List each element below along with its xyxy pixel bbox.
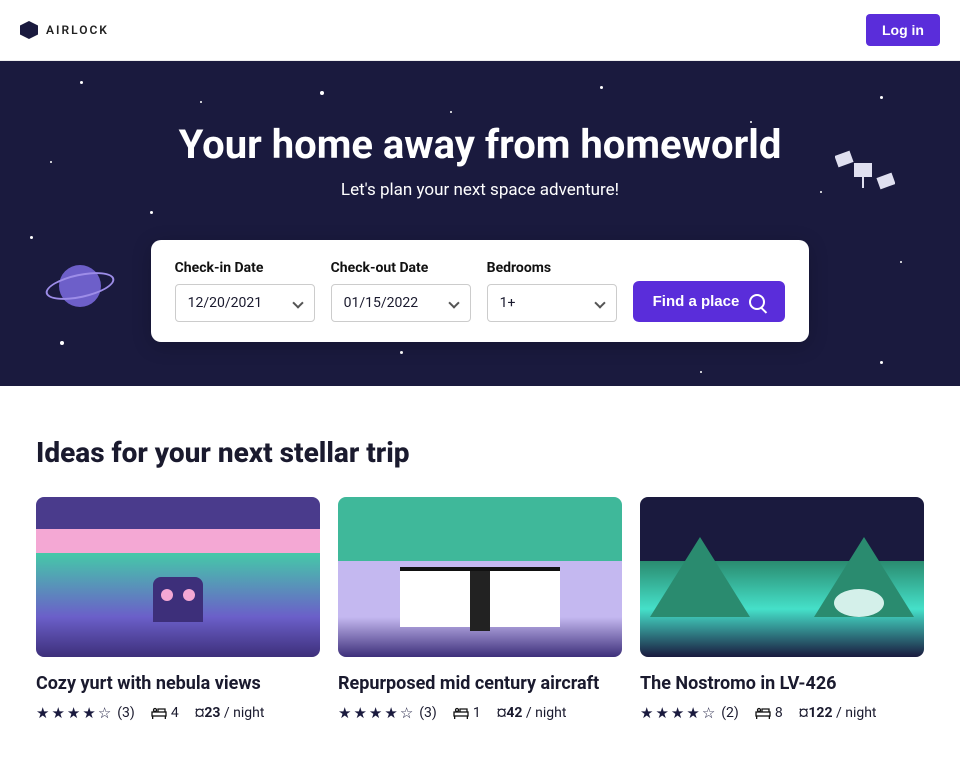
listing-image — [36, 497, 320, 657]
listing-card[interactable]: Cozy yurt with nebula views ★ ★ ★ ★ ☆ (3… — [36, 497, 320, 722]
star-filled-icon: ★ — [51, 704, 64, 722]
listing-price: ¤42 / night — [497, 705, 567, 721]
star-filled-icon: ★ — [82, 704, 95, 722]
listing-meta: ★ ★ ★ ★ ☆ (3) 1 ¤42 / night — [338, 704, 622, 722]
listing-image — [338, 497, 622, 657]
bedrooms-input[interactable]: 1+ — [487, 284, 617, 322]
star-filled-icon: ★ — [640, 704, 653, 722]
bed-icon — [151, 707, 167, 719]
bedrooms-label: Bedrooms — [487, 260, 617, 276]
bed-icon — [453, 707, 469, 719]
hero-section: Your home away from homeworld Let's plan… — [0, 61, 960, 386]
chevron-down-icon — [292, 297, 303, 308]
star-filled-icon: ★ — [369, 704, 382, 722]
chevron-down-icon — [448, 297, 459, 308]
star-empty-icon: ☆ — [400, 704, 413, 722]
star-decor — [900, 261, 902, 263]
bed-count: 8 — [755, 705, 783, 721]
rating-stars: ★ ★ ★ ★ ☆ (2) — [640, 704, 739, 722]
star-filled-icon: ★ — [338, 704, 351, 722]
rating-stars: ★ ★ ★ ★ ☆ (3) — [338, 704, 437, 722]
listing-card[interactable]: The Nostromo in LV-426 ★ ★ ★ ★ ☆ (2) 8 ¤… — [640, 497, 924, 722]
listing-image — [640, 497, 924, 657]
rating-stars: ★ ★ ★ ★ ☆ (3) — [36, 704, 135, 722]
star-decor — [450, 111, 452, 113]
checkin-field: Check-in Date 12/20/2021 — [175, 260, 315, 322]
checkin-label: Check-in Date — [175, 260, 315, 276]
star-decor — [50, 161, 52, 163]
app-header: AIRLOCK Log in — [0, 0, 960, 61]
star-decor — [700, 371, 702, 373]
listing-title: Repurposed mid century aircraft — [338, 673, 622, 694]
checkout-field: Check-out Date 01/15/2022 — [331, 260, 471, 322]
bedrooms-field: Bedrooms 1+ — [487, 260, 617, 322]
brand-logo[interactable]: AIRLOCK — [20, 21, 109, 39]
section-title: Ideas for your next stellar trip — [36, 436, 924, 469]
ideas-section: Ideas for your next stellar trip Cozy yu… — [0, 386, 960, 772]
checkin-input[interactable]: 12/20/2021 — [175, 284, 315, 322]
bed-icon — [755, 707, 771, 719]
hero-subtitle: Let's plan your next space adventure! — [341, 180, 619, 200]
star-decor — [200, 101, 202, 103]
brand-name: AIRLOCK — [46, 23, 109, 37]
star-decor — [600, 86, 603, 89]
star-decor — [820, 191, 822, 193]
search-form: Check-in Date 12/20/2021 Check-out Date … — [151, 240, 810, 342]
listing-meta: ★ ★ ★ ★ ☆ (2) 8 ¤122 / night — [640, 704, 924, 722]
find-place-button[interactable]: Find a place — [633, 281, 786, 322]
listing-title: The Nostromo in LV-426 — [640, 673, 924, 694]
login-button[interactable]: Log in — [866, 14, 940, 46]
star-filled-icon: ★ — [686, 704, 699, 722]
satellite-illustration — [835, 146, 895, 196]
star-filled-icon: ★ — [353, 704, 366, 722]
star-decor — [60, 341, 64, 345]
star-decor — [880, 96, 883, 99]
star-decor — [30, 236, 33, 239]
star-filled-icon: ★ — [384, 704, 397, 722]
airlock-logo-icon — [20, 21, 38, 39]
listing-card[interactable]: Repurposed mid century aircraft ★ ★ ★ ★ … — [338, 497, 622, 722]
star-decor — [320, 91, 324, 95]
star-decor — [880, 361, 883, 364]
chevron-down-icon — [594, 297, 605, 308]
star-filled-icon: ★ — [36, 704, 49, 722]
checkout-label: Check-out Date — [331, 260, 471, 276]
star-filled-icon: ★ — [655, 704, 668, 722]
review-count: (3) — [117, 705, 135, 721]
planet-illustration — [50, 256, 110, 316]
star-decor — [400, 351, 403, 354]
star-decor — [150, 211, 153, 214]
search-icon — [749, 294, 765, 310]
bed-count: 4 — [151, 705, 179, 721]
hero-title: Your home away from homeworld — [179, 121, 782, 168]
bed-count: 1 — [453, 705, 481, 721]
star-filled-icon: ★ — [671, 704, 684, 722]
listing-price: ¤122 / night — [799, 705, 877, 721]
star-empty-icon: ☆ — [702, 704, 715, 722]
star-filled-icon: ★ — [67, 704, 80, 722]
review-count: (3) — [419, 705, 437, 721]
star-empty-icon: ☆ — [98, 704, 111, 722]
listing-price: ¤23 / night — [195, 705, 265, 721]
checkout-input[interactable]: 01/15/2022 — [331, 284, 471, 322]
listing-meta: ★ ★ ★ ★ ☆ (3) 4 ¤23 / night — [36, 704, 320, 722]
review-count: (2) — [721, 705, 739, 721]
listing-title: Cozy yurt with nebula views — [36, 673, 320, 694]
listings-grid: Cozy yurt with nebula views ★ ★ ★ ★ ☆ (3… — [36, 497, 924, 722]
star-decor — [80, 81, 83, 84]
